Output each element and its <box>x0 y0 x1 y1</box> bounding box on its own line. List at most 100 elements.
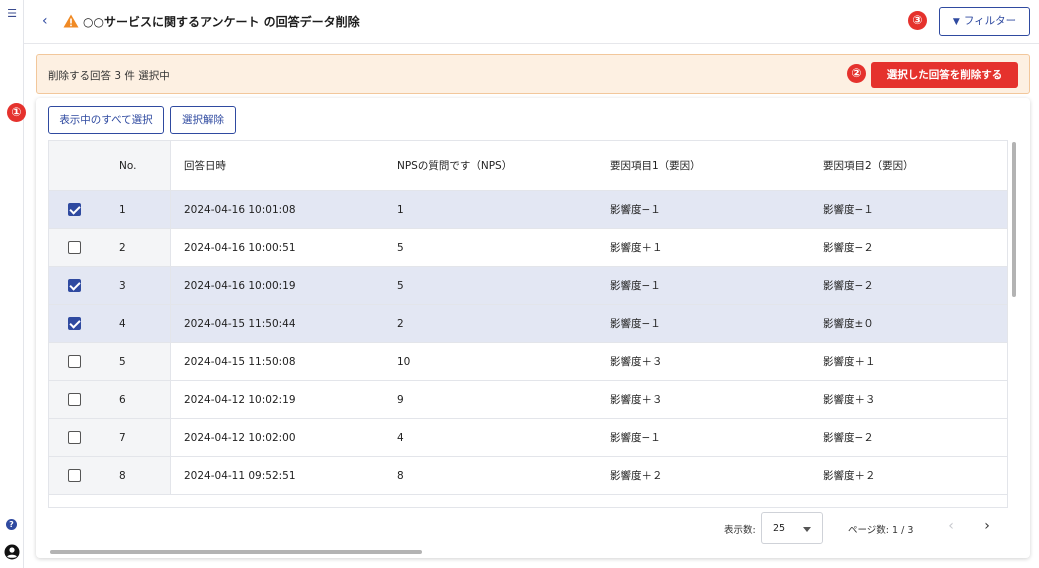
column-header-no[interactable]: No. <box>119 141 136 190</box>
cell-datetime: 2024-04-12 10:02:19 <box>184 393 296 406</box>
cell-nps: 8 <box>397 469 404 482</box>
dropdown-arrow-icon <box>803 527 811 532</box>
cell-nps: 2 <box>397 317 404 330</box>
column-header-nps[interactable]: NPSの質問です（NPS） <box>397 141 512 190</box>
sidebar: ☰ ? <box>0 0 24 568</box>
next-page-icon[interactable]: › <box>980 518 994 534</box>
selection-count-text: 削除する回答 3 件 選択中 <box>48 70 170 82</box>
checkbox-cell <box>49 381 171 418</box>
table-row[interactable]: 3 2024-04-16 10:00:19 5 影響度−１ 影響度−２ <box>49 267 1007 305</box>
table-row[interactable]: 8 2024-04-11 09:52:51 8 影響度＋２ 影響度＋２ <box>49 457 1007 495</box>
cell-nps: 1 <box>397 203 404 216</box>
cell-no: 3 <box>119 279 126 292</box>
cell-no: 5 <box>119 355 126 368</box>
cell-no: 7 <box>119 431 126 444</box>
cell-nps: 5 <box>397 279 404 292</box>
column-header-datetime[interactable]: 回答日時 <box>184 141 226 190</box>
cell-factor1: 影響度−１ <box>610 204 661 216</box>
cell-factor2: 影響度±０ <box>823 318 874 330</box>
cell-factor2: 影響度−２ <box>823 242 874 254</box>
user-icon[interactable] <box>4 544 20 560</box>
page-title: ○○サービスに関するアンケート の回答データ削除 <box>83 15 360 29</box>
cell-nps: 5 <box>397 241 404 254</box>
cell-factor2: 影響度＋１ <box>823 356 876 368</box>
checkbox-cell <box>49 305 171 342</box>
cell-no: 8 <box>119 469 126 482</box>
table-row[interactable]: 1 2024-04-16 10:01:08 1 影響度−１ 影響度−１ <box>49 191 1007 229</box>
annotation-badge-1: ① <box>7 103 26 122</box>
column-header-factor2[interactable]: 要因項目2（要因） <box>823 141 914 190</box>
cell-factor2: 影響度＋３ <box>823 394 876 406</box>
cell-factor2: 影響度−２ <box>823 432 874 444</box>
filter-button[interactable]: ▼ フィルター <box>939 7 1030 36</box>
table-header-row: No. 回答日時 NPSの質問です（NPS） 要因項目1（要因） 要因項目2（要… <box>49 141 1007 191</box>
delete-selected-button[interactable]: 選択した回答を削除する <box>871 62 1018 88</box>
checkbox-unchecked[interactable] <box>68 392 81 406</box>
cell-factor2: 影響度−１ <box>823 204 874 216</box>
responses-table: No. 回答日時 NPSの質問です（NPS） 要因項目1（要因） 要因項目2（要… <box>48 140 1008 508</box>
cell-datetime: 2024-04-15 11:50:44 <box>184 317 296 330</box>
checkbox-cell <box>49 191 171 228</box>
cell-factor2: 影響度−２ <box>823 280 874 292</box>
checkbox-cell <box>49 419 171 456</box>
help-icon[interactable]: ? <box>6 519 17 530</box>
back-arrow-icon[interactable]: ‹ <box>42 14 56 28</box>
checkbox-unchecked[interactable] <box>68 354 81 368</box>
column-header-factor1[interactable]: 要因項目1（要因） <box>610 141 701 190</box>
responses-card: 表示中のすべて選択 選択解除 No. 回答日時 NPSの質問です（NPS） 要因… <box>36 98 1030 558</box>
per-page-select[interactable]: 25 <box>761 512 823 544</box>
deselect-button[interactable]: 選択解除 <box>170 106 236 134</box>
cell-no: 4 <box>119 317 126 330</box>
annotation-badge-3: ③ <box>908 11 927 30</box>
menu-icon[interactable]: ☰ <box>6 8 18 20</box>
pagination: 表示数: 25 ページ数: 1 / 3 ‹ › <box>48 508 1008 548</box>
annotation-badge-2: ② <box>847 64 866 83</box>
previous-page-icon[interactable]: ‹ <box>944 518 958 534</box>
cell-factor2: 影響度＋２ <box>823 470 876 482</box>
page-info: ページ数: 1 / 3 <box>848 525 914 536</box>
per-page-value: 25 <box>773 523 786 534</box>
table-row[interactable]: 5 2024-04-15 11:50:08 10 影響度＋３ 影響度＋１ <box>49 343 1007 381</box>
selection-banner: 削除する回答 3 件 選択中 ② 選択した回答を削除する <box>36 54 1030 94</box>
table-row[interactable]: 7 2024-04-12 10:02:00 4 影響度−１ 影響度−２ <box>49 419 1007 457</box>
filter-icon: ▼ <box>952 17 960 27</box>
cell-factor1: 影響度−１ <box>610 280 661 292</box>
cell-no: 2 <box>119 241 126 254</box>
cell-datetime: 2024-04-16 10:00:19 <box>184 279 296 292</box>
cell-factor1: 影響度＋３ <box>610 356 663 368</box>
table-row[interactable]: 6 2024-04-12 10:02:19 9 影響度＋３ 影響度＋３ <box>49 381 1007 419</box>
cell-factor1: 影響度＋１ <box>610 242 663 254</box>
warning-icon <box>63 14 79 28</box>
cell-datetime: 2024-04-16 10:01:08 <box>184 203 296 216</box>
cell-factor1: 影響度＋３ <box>610 394 663 406</box>
cell-datetime: 2024-04-15 11:50:08 <box>184 355 296 368</box>
table-row[interactable]: 4 2024-04-15 11:50:44 2 影響度−１ 影響度±０ <box>49 305 1007 343</box>
checkbox-checked[interactable] <box>68 278 81 292</box>
checkbox-column-header <box>49 141 171 190</box>
cell-nps: 4 <box>397 431 404 444</box>
select-all-visible-button[interactable]: 表示中のすべて選択 <box>48 106 164 134</box>
cell-factor1: 影響度−１ <box>610 432 661 444</box>
checkbox-checked[interactable] <box>68 202 81 216</box>
table-row[interactable]: 2 2024-04-16 10:00:51 5 影響度＋１ 影響度−２ <box>49 229 1007 267</box>
checkbox-cell <box>49 229 171 266</box>
checkbox-cell <box>49 267 171 304</box>
horizontal-scrollbar[interactable] <box>50 550 422 554</box>
cell-nps: 9 <box>397 393 404 406</box>
checkbox-unchecked[interactable] <box>68 240 81 254</box>
top-bar: ‹ ○○サービスに関するアンケート の回答データ削除 ③ ▼ フィルター <box>24 0 1039 44</box>
cell-no: 1 <box>119 203 126 216</box>
checkbox-cell <box>49 343 171 380</box>
cell-datetime: 2024-04-12 10:02:00 <box>184 431 296 444</box>
checkbox-cell <box>49 457 171 494</box>
cell-datetime: 2024-04-16 10:00:51 <box>184 241 296 254</box>
vertical-scrollbar[interactable] <box>1012 142 1016 297</box>
checkbox-unchecked[interactable] <box>68 430 81 444</box>
cell-factor1: 影響度−１ <box>610 318 661 330</box>
cell-no: 6 <box>119 393 126 406</box>
checkbox-unchecked[interactable] <box>68 468 81 482</box>
checkbox-checked[interactable] <box>68 316 81 330</box>
filter-button-label: フィルター <box>963 15 1017 27</box>
cell-factor1: 影響度＋２ <box>610 470 663 482</box>
cell-nps: 10 <box>397 355 411 368</box>
